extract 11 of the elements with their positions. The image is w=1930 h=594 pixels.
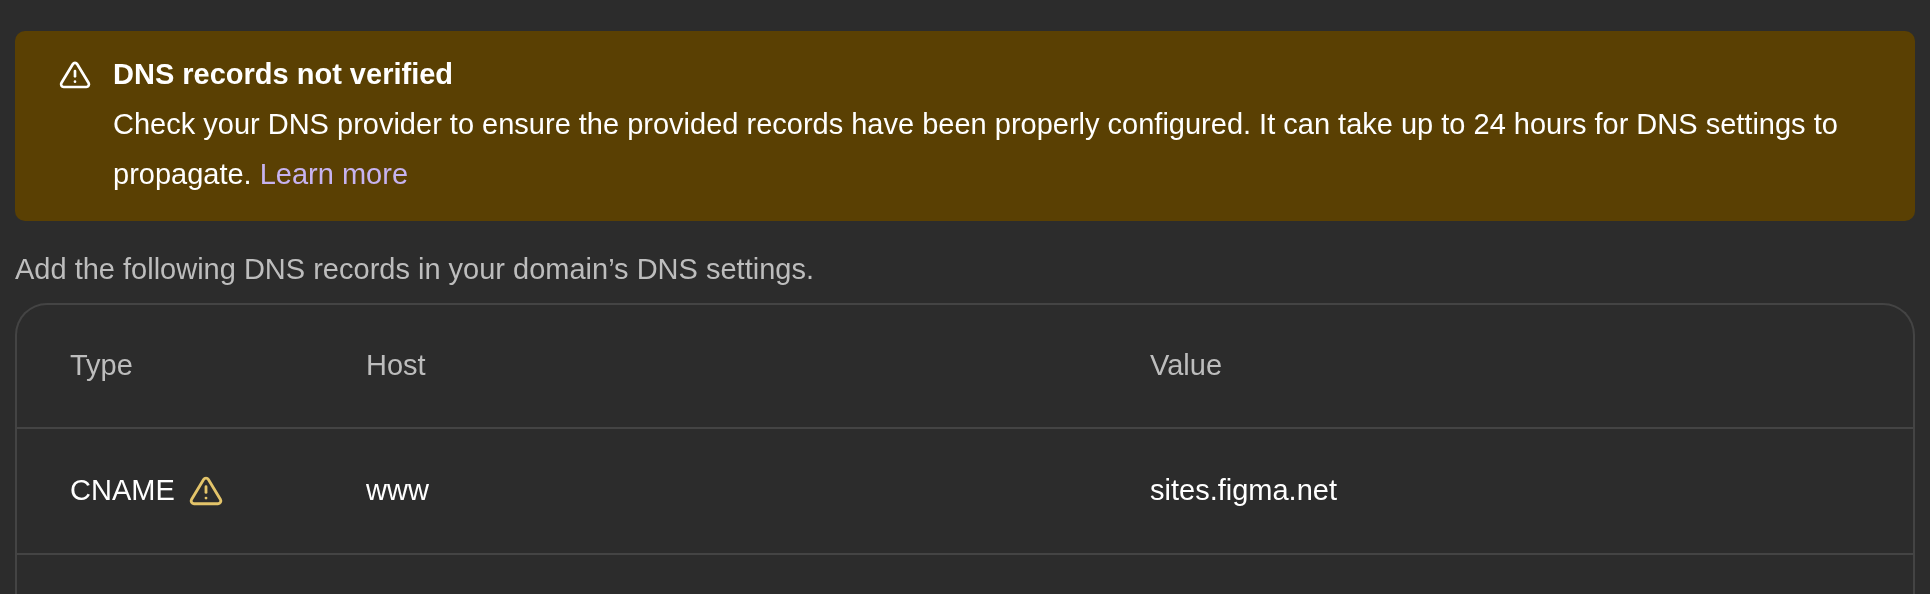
table-cell-text: www bbox=[366, 473, 430, 509]
banner-title: DNS records not verified bbox=[113, 57, 455, 92]
instructions-text: Add the following DNS records in your domain’s DNS settings. bbox=[15, 252, 815, 287]
column-header: Host bbox=[366, 348, 427, 384]
table-cell-text: sites.figma.net bbox=[1150, 473, 1337, 509]
banner-message: Check your DNS provider to ensure the provided records have been properly configured. It can take up to 24 hours for DNS settings to propagate. Learn more bbox=[113, 107, 1839, 192]
table-cell-text: CNAME bbox=[70, 473, 175, 509]
column-header: Type bbox=[70, 348, 134, 384]
learn-more-link[interactable]: Learn more bbox=[259, 158, 409, 190]
warning-icon bbox=[59, 59, 91, 91]
column-header: Value bbox=[1150, 348, 1223, 384]
